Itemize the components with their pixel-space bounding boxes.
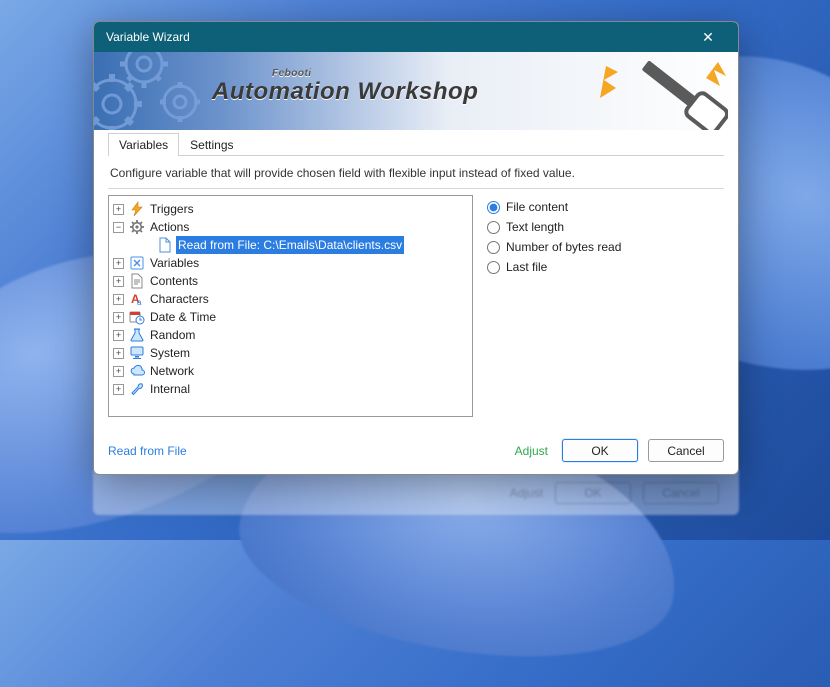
background-dialog-ghost: Adjust OK Cancel (93, 470, 739, 515)
monitor-icon (129, 345, 145, 361)
variable-icon (129, 255, 145, 271)
tree-item-contents[interactable]: + Contents (113, 272, 468, 290)
radio-input[interactable] (487, 201, 500, 214)
collapse-icon[interactable]: − (113, 222, 124, 233)
character-icon: Aa (129, 291, 145, 307)
close-icon[interactable]: ✕ (688, 29, 728, 46)
radio-group: File content Text length Number of bytes… (487, 195, 724, 417)
tree-item-internal[interactable]: + Internal (113, 380, 468, 398)
tree-item-actions[interactable]: − Actions (113, 218, 468, 236)
calendar-clock-icon (129, 309, 145, 325)
banner: Febooti Automation Workshop (94, 52, 738, 130)
tree-item-random[interactable]: + Random (113, 326, 468, 344)
tab-variables[interactable]: Variables (108, 133, 179, 156)
gear-icon (129, 219, 145, 235)
tree-item-datetime[interactable]: + Date & Time (113, 308, 468, 326)
variable-wizard-dialog: Variable Wizard ✕ Febooti Automation Wor… (93, 21, 739, 475)
wand-icon (598, 58, 728, 130)
expand-icon[interactable]: + (113, 312, 124, 323)
radio-input[interactable] (487, 241, 500, 254)
brand-small: Febooti (272, 68, 312, 79)
cloud-icon (129, 363, 145, 379)
titlebar: Variable Wizard ✕ (94, 22, 738, 52)
radio-file-content[interactable]: File content (487, 197, 724, 217)
tree-item-triggers[interactable]: + Triggers (113, 200, 468, 218)
tab-row: Variables Settings (108, 132, 724, 156)
document-icon (129, 273, 145, 289)
expand-icon[interactable]: + (113, 294, 124, 305)
radio-last-file[interactable]: Last file (487, 257, 724, 277)
tree-item-actions-child[interactable]: Read from File: C:\Emails\Data\clients.c… (113, 236, 468, 254)
expand-icon[interactable]: + (113, 276, 124, 287)
expand-icon[interactable]: + (113, 258, 124, 269)
selected-item-label: Read from File: C:\Emails\Data\clients.c… (176, 236, 404, 254)
cancel-button[interactable]: Cancel (648, 439, 724, 462)
radio-text-length[interactable]: Text length (487, 217, 724, 237)
description-text: Configure variable that will provide cho… (110, 166, 722, 180)
expand-icon[interactable]: + (113, 348, 124, 359)
tree-panel[interactable]: + Triggers − Actions Read from File: C:\… (108, 195, 473, 417)
expand-icon[interactable]: + (113, 330, 124, 341)
expand-icon[interactable]: + (113, 204, 124, 215)
window-title: Variable Wizard (106, 30, 688, 44)
ok-button[interactable]: OK (562, 439, 638, 462)
radio-bytes-read[interactable]: Number of bytes read (487, 237, 724, 257)
footer: Read from File Adjust OK Cancel (94, 427, 738, 474)
expand-icon[interactable]: + (113, 384, 124, 395)
radio-input[interactable] (487, 261, 500, 274)
tab-settings[interactable]: Settings (179, 133, 244, 156)
svg-text:a: a (137, 298, 142, 307)
tree-item-network[interactable]: + Network (113, 362, 468, 380)
file-icon (157, 237, 173, 253)
tree-item-characters[interactable]: + Aa Characters (113, 290, 468, 308)
expand-icon[interactable]: + (113, 366, 124, 377)
wrench-icon (129, 381, 145, 397)
tree-item-system[interactable]: + System (113, 344, 468, 362)
radio-input[interactable] (487, 221, 500, 234)
brand-title: Febooti Automation Workshop (212, 78, 478, 106)
adjust-link[interactable]: Adjust (515, 444, 548, 458)
lightning-icon (129, 201, 145, 217)
divider (108, 188, 724, 189)
footer-status: Read from File (108, 444, 505, 458)
tree-item-variables[interactable]: + Variables (113, 254, 468, 272)
flask-icon (129, 327, 145, 343)
